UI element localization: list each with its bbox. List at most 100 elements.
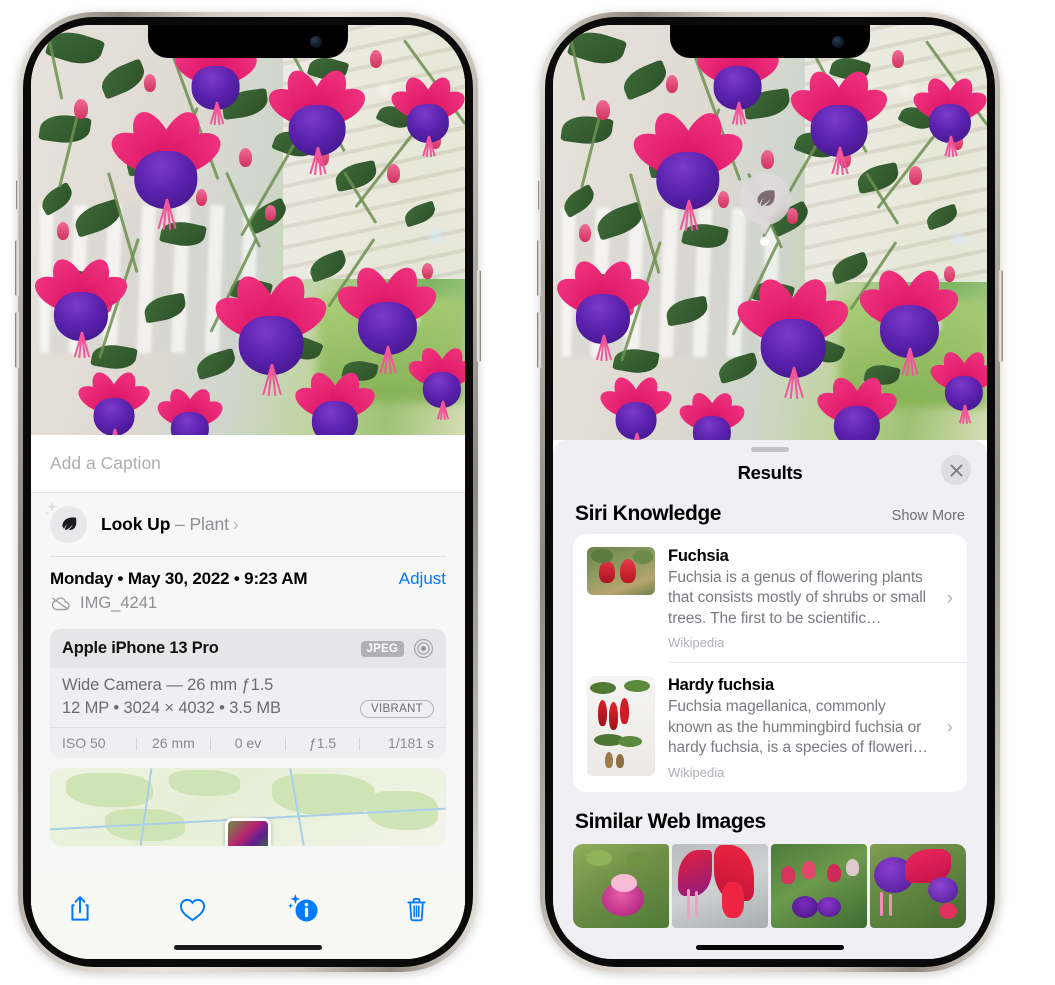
close-icon: [950, 464, 962, 476]
knowledge-description: Fuchsia is a genus of flowering plants t…: [668, 569, 926, 627]
fuchsia-blossom: [785, 65, 894, 176]
share-button[interactable]: [57, 887, 103, 931]
flower-bud: [386, 164, 400, 184]
info-button[interactable]: [281, 887, 327, 931]
visual-lookup-badge[interactable]: [739, 173, 791, 225]
adjust-button[interactable]: Adjust: [399, 569, 446, 589]
chevron-right-icon[interactable]: ›: [947, 588, 953, 610]
heart-icon: [179, 898, 205, 921]
fuchsia-blossom: [74, 368, 154, 435]
corolla: [311, 401, 359, 435]
camera-meta: 12 MP • 3024 × 4032 • 3.5 MB: [62, 699, 281, 717]
flower-bud: [761, 149, 775, 169]
results-header: Results: [553, 452, 987, 494]
knowledge-source: Wikipedia: [668, 764, 725, 780]
camera-model: Apple iPhone 13 Pro: [62, 639, 219, 657]
fuchsia-blossom: [730, 272, 856, 399]
power-button-right[interactable]: [998, 270, 1003, 362]
home-indicator-right[interactable]: [696, 945, 844, 950]
fuchsia-blossom: [290, 368, 380, 435]
web-image-2[interactable]: [672, 843, 768, 928]
knowledge-body: Hardy fuchsia Fuchsia magellanica, commo…: [668, 676, 934, 779]
corolla: [171, 411, 210, 435]
fuchsia-blossom: [812, 372, 902, 440]
web-image-3[interactable]: [771, 843, 867, 928]
look-up-row[interactable]: Look Up – Plant ›: [31, 493, 465, 556]
photographic-style-pill: VIBRANT: [360, 699, 434, 718]
fuchsia-blossom: [263, 64, 372, 175]
flower-bud: [908, 166, 922, 186]
screenshot-stage: Add a Caption Look Up – Plant › Monday •…: [0, 0, 1055, 985]
file-name: IMG_4241: [80, 594, 158, 612]
exif-shutter: 1/181 s: [388, 735, 434, 751]
front-camera-icon: [310, 36, 322, 48]
chevron-right-icon[interactable]: ›: [233, 514, 239, 534]
look-up-title: Look Up: [101, 514, 171, 534]
sparkle-icon: [44, 501, 58, 516]
flower-bud: [596, 99, 611, 120]
exif-ev: 0 ev: [234, 735, 262, 751]
siri-knowledge-header: Siri Knowledge Show More: [553, 494, 987, 534]
map-photo-pin[interactable]: [225, 818, 271, 846]
exif-focal: 26 mm: [151, 735, 195, 751]
knowledge-row[interactable]: Hardy fuchsia Fuchsia magellanica, commo…: [573, 663, 967, 791]
fuchsia-blossom: [332, 261, 443, 374]
camera-info-card[interactable]: Apple iPhone 13 Pro JPEG Wide Camera — 2…: [50, 629, 446, 758]
corolla: [693, 416, 732, 440]
knowledge-row[interactable]: Fuchsia Fuchsia is a genus of flowering …: [573, 534, 967, 662]
knowledge-thumbnail: [587, 676, 655, 777]
visual-lookup-anchor-dot: [760, 237, 769, 246]
aperture-icon: [413, 638, 434, 659]
screen-left: Add a Caption Look Up – Plant › Monday •…: [31, 25, 465, 959]
trash-icon: [406, 897, 426, 921]
volume-up-button-right[interactable]: [537, 240, 542, 296]
exif-aperture: ƒ1.5: [308, 735, 337, 751]
flower-bud: [57, 221, 70, 240]
iphone-left: Add a Caption Look Up – Plant › Monday •…: [15, 12, 481, 972]
flower-bud: [239, 148, 253, 167]
flower-bud: [579, 224, 592, 243]
delete-button[interactable]: [393, 887, 439, 931]
siri-knowledge-card: Fuchsia Fuchsia is a genus of flowering …: [573, 534, 967, 792]
date-block: Monday • May 30, 2022 • 9:23 AM Adjust I…: [31, 557, 465, 621]
web-image-1[interactable]: [573, 843, 669, 928]
notch-right: [670, 25, 870, 58]
share-icon: [71, 896, 89, 921]
camera-header-right: JPEG: [360, 638, 434, 659]
look-up-subject: Plant: [189, 514, 229, 534]
camera-meta-row: 12 MP • 3024 × 4032 • 3.5 MB VIBRANT: [62, 699, 434, 718]
section-title: Similar Web Images: [575, 809, 766, 833]
flower-bud: [665, 74, 678, 93]
chevron-right-icon[interactable]: ›: [947, 717, 953, 739]
photo-info-sheet: Add a Caption Look Up – Plant › Monday •…: [31, 435, 465, 959]
flower-bud: [369, 49, 382, 68]
iphone-right: Results Siri Knowledge Show More Fuchsia…: [537, 12, 1003, 972]
fuchsia-blossom: [208, 269, 334, 396]
notch-left: [148, 25, 348, 58]
photo-viewer-left[interactable]: [31, 25, 465, 435]
photo-viewer-right[interactable]: [553, 25, 987, 440]
show-more-button[interactable]: Show More: [892, 508, 965, 524]
fuchsia-blossom: [404, 344, 465, 421]
close-button[interactable]: [941, 455, 971, 485]
flower-bud: [74, 98, 89, 119]
knowledge-source: Wikipedia: [668, 635, 725, 651]
home-indicator-left[interactable]: [174, 945, 322, 950]
bokeh-highlight: [952, 232, 965, 245]
fuchsia-blossom: [908, 74, 987, 158]
volume-up-button-left[interactable]: [15, 240, 20, 296]
fuchsia-blossom: [926, 348, 987, 425]
fuchsia-blossom: [626, 106, 749, 231]
mute-switch-right[interactable]: [538, 180, 542, 210]
caption-row[interactable]: Add a Caption: [31, 435, 465, 493]
web-image-4[interactable]: [870, 843, 966, 928]
similar-web-images-strip[interactable]: [553, 843, 987, 928]
favorite-button[interactable]: [169, 887, 215, 931]
volume-down-button-left[interactable]: [15, 312, 20, 368]
location-map[interactable]: [50, 768, 446, 846]
caption-placeholder[interactable]: Add a Caption: [50, 453, 161, 474]
mute-switch-left[interactable]: [16, 180, 20, 210]
power-button-left[interactable]: [476, 270, 481, 362]
volume-down-button-right[interactable]: [537, 312, 542, 368]
flower-bud: [891, 49, 904, 68]
